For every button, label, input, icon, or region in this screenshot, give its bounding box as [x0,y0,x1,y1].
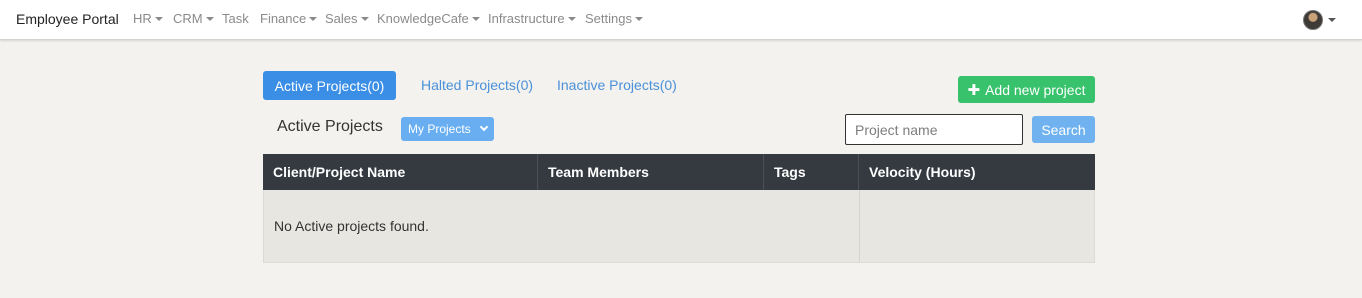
nav-task[interactable]: Task [222,11,249,26]
nav-infrastructure[interactable]: Infrastructure [488,11,576,26]
caret-down-icon [360,17,369,21]
user-menu[interactable] [1303,10,1336,30]
projects-filter-value: My Projects [408,122,471,136]
column-header-client-project[interactable]: Client/Project Name [263,154,538,190]
column-header-team-members[interactable]: Team Members [538,154,764,190]
nav-settings-label: Settings [585,11,632,26]
project-search-input[interactable] [845,114,1023,145]
nav-infrastructure-label: Infrastructure [488,11,565,26]
user-avatar-icon [1303,10,1323,30]
column-header-tags[interactable]: Tags [764,154,859,190]
nav-task-label: Task [222,11,249,26]
nav-crm-label: CRM [173,11,203,26]
plus-icon: ✚ [967,81,981,99]
table-row: No Active projects found. [263,190,1095,263]
caret-down-icon [471,17,480,21]
nav-finance[interactable]: Finance [260,11,318,26]
empty-table-cell [859,190,1094,262]
nav-knowledgecafe-label: KnowledgeCafe [377,11,469,26]
caret-down-icon [567,17,576,21]
nav-knowledgecafe[interactable]: KnowledgeCafe [377,11,480,26]
caret-down-icon [205,17,214,21]
column-header-velocity[interactable]: Velocity (Hours) [859,154,1095,190]
section-title: Active Projects [277,118,383,135]
add-new-project-button[interactable]: ✚ Add new project [958,76,1095,103]
nav-crm[interactable]: CRM [173,11,214,26]
search-button[interactable]: Search [1032,116,1095,143]
nav-sales[interactable]: Sales [325,11,369,26]
projects-filter-select[interactable]: My Projects [401,117,494,141]
nav-settings[interactable]: Settings [585,11,643,26]
add-new-project-label: Add new project [985,81,1086,98]
caret-down-icon [634,17,643,21]
tab-active-projects[interactable]: Active Projects(0) [263,71,396,100]
nav-finance-label: Finance [260,11,307,26]
caret-down-icon [309,17,318,21]
top-navbar: Employee Portal HR CRM Task Finance Sale… [0,0,1362,40]
caret-down-icon [154,17,163,21]
chevron-down-icon [479,122,489,132]
brand-link[interactable]: Employee Portal [16,11,119,27]
tab-halted-projects[interactable]: Halted Projects(0) [421,77,533,93]
nav-hr[interactable]: HR [133,11,163,26]
tab-inactive-projects[interactable]: Inactive Projects(0) [557,77,677,93]
empty-table-message: No Active projects found. [274,218,429,234]
nav-hr-label: HR [133,11,152,26]
table-header: Client/Project Name Team Members Tags Ve… [263,154,1095,190]
nav-sales-label: Sales [325,11,358,26]
projects-table: Client/Project Name Team Members Tags Ve… [263,154,1095,263]
caret-down-icon [1328,18,1336,22]
